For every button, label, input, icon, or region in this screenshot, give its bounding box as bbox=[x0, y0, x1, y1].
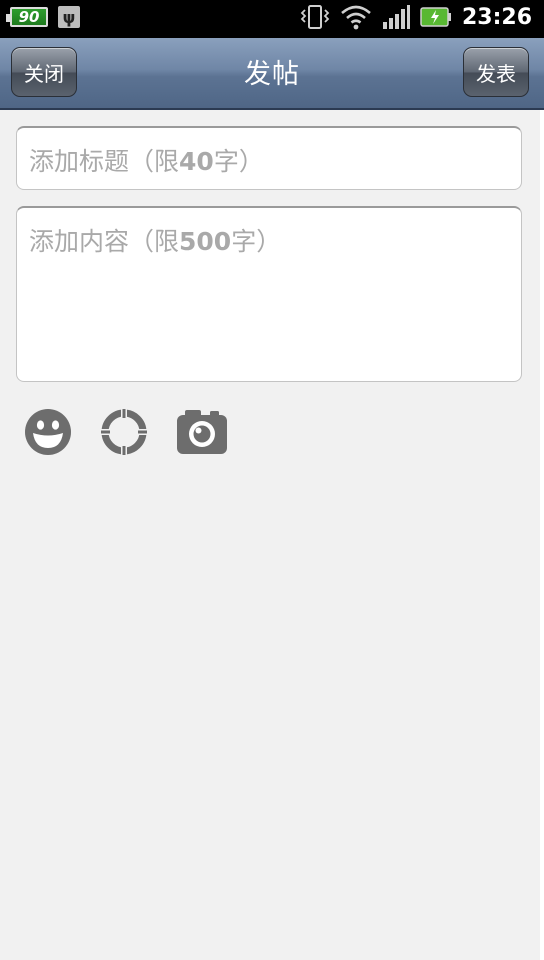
post-button-label: 发表 bbox=[476, 61, 516, 86]
clock: 23:26 bbox=[461, 4, 532, 30]
title-input[interactable]: 添加标题（限40字） bbox=[16, 126, 522, 190]
emoji-icon[interactable] bbox=[24, 408, 72, 456]
attachment-toolbar bbox=[24, 408, 252, 456]
wifi-icon bbox=[340, 4, 372, 30]
title-placeholder-prefix: 添加标题（限 bbox=[29, 147, 180, 176]
vibrate-icon bbox=[300, 4, 330, 30]
content-placeholder-prefix: 添加内容（限 bbox=[29, 227, 180, 256]
post-button[interactable]: 发表 bbox=[463, 47, 529, 97]
usb-icon: ψ bbox=[58, 6, 80, 28]
content-input[interactable]: 添加内容（限500字） bbox=[16, 206, 522, 382]
battery-charging-icon: 90 bbox=[6, 7, 48, 27]
content-placeholder-limit: 500 bbox=[179, 227, 232, 256]
battery-icon bbox=[420, 6, 452, 28]
camera-icon[interactable] bbox=[176, 408, 227, 456]
title-placeholder-limit: 40 bbox=[179, 147, 214, 176]
title-bar: 关闭 发帖 发表 bbox=[0, 38, 544, 110]
title-placeholder-suffix: 字） bbox=[213, 147, 264, 176]
status-bar: 90 ψ 23:26 bbox=[0, 0, 544, 38]
location-icon[interactable] bbox=[100, 408, 148, 456]
title-placeholder: 添加标题（限40字） bbox=[29, 142, 264, 178]
content-placeholder-suffix: 字） bbox=[231, 227, 282, 256]
content-placeholder: 添加内容（限500字） bbox=[29, 222, 281, 258]
signal-icon bbox=[382, 4, 410, 30]
page-edge bbox=[540, 110, 544, 960]
battery-level: 90 bbox=[18, 8, 40, 26]
